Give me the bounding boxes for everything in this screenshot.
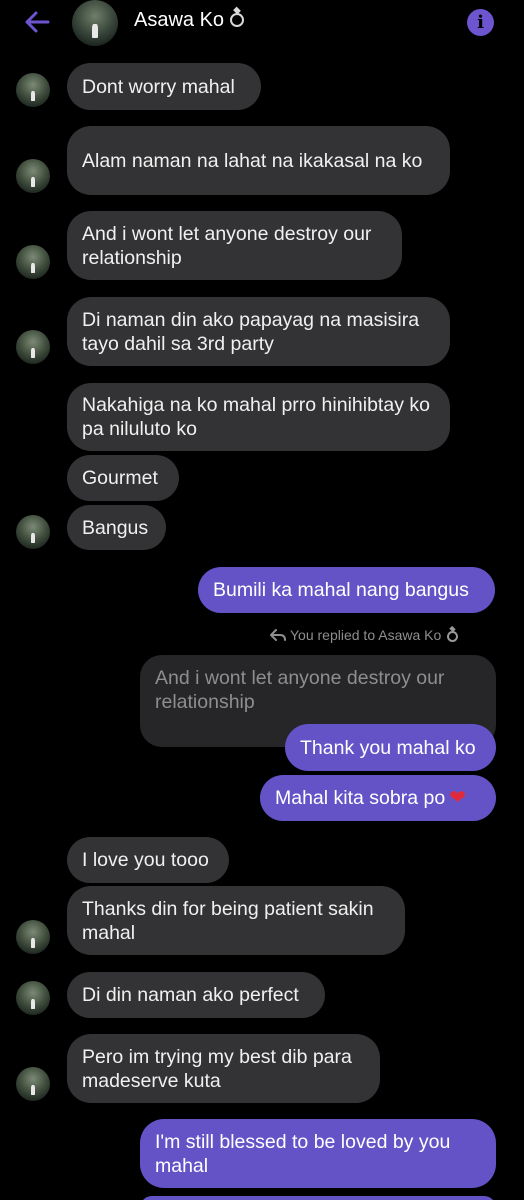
message-text: Thanks din for being patient sakin mahal: [82, 897, 374, 944]
message-text: And i wont let anyone destroy our relati…: [82, 222, 372, 269]
sender-avatar[interactable]: [16, 330, 50, 364]
message-incoming[interactable]: Pero im trying my best dib para madeserv…: [67, 1034, 380, 1103]
chat-header: Asawa Ko i: [0, 0, 524, 46]
message-text: Nakahiga na ko mahal prro hinihibtay ko …: [82, 394, 430, 440]
ring-icon: [230, 13, 245, 27]
reply-indicator-text: You replied to Asawa Ko: [290, 627, 442, 643]
back-arrow-icon[interactable]: [22, 7, 52, 37]
message-text: I love you tooo: [82, 849, 209, 871]
contact-name-group[interactable]: Asawa Ko: [134, 9, 245, 32]
message-outgoing-partial[interactable]: [140, 1196, 496, 1200]
message-incoming[interactable]: Thanks din for being patient sakin mahal: [67, 886, 405, 955]
sender-avatar[interactable]: [16, 73, 50, 107]
message-incoming[interactable]: Bangus: [67, 505, 166, 550]
heart-icon: ❤: [449, 787, 466, 809]
message-incoming[interactable]: Nakahiga na ko mahal prro hinihibtay ko …: [67, 383, 450, 451]
message-incoming[interactable]: Alam naman na lahat na ikakasal na ko: [67, 126, 450, 195]
message-text: Di din naman ako perfect: [82, 984, 299, 1006]
message-text: Thank you mahal ko: [300, 736, 476, 759]
message-text: Gourmet: [82, 467, 158, 489]
message-incoming[interactable]: And i wont let anyone destroy our relati…: [67, 211, 402, 280]
message-text: Dont worry mahal: [82, 75, 235, 98]
message-outgoing[interactable]: Mahal kita sobra po ❤: [260, 775, 496, 821]
quoted-message-text: And i wont let anyone destroy our relati…: [155, 667, 445, 713]
message-text: Bangus: [82, 516, 149, 539]
message-outgoing[interactable]: Bumili ka mahal nang bangus: [198, 567, 495, 613]
message-text: Pero im trying my best dib para madeserv…: [82, 1045, 352, 1092]
reply-arrow-icon: [270, 629, 286, 641]
sender-avatar[interactable]: [16, 981, 50, 1015]
message-outgoing[interactable]: Thank you mahal ko: [285, 724, 496, 771]
sender-avatar[interactable]: [16, 159, 50, 193]
message-text: Alam naman na lahat na ikakasal na ko: [82, 149, 423, 172]
contact-name: Asawa Ko: [134, 9, 225, 31]
message-text: Di naman din ako papayag na masisira tay…: [82, 308, 420, 355]
reply-indicator: You replied to Asawa Ko: [270, 627, 459, 643]
contact-avatar[interactable]: [72, 0, 118, 46]
sender-avatar[interactable]: [16, 920, 50, 954]
info-icon[interactable]: i: [467, 9, 494, 36]
message-incoming[interactable]: Di din naman ako perfect: [67, 972, 325, 1018]
message-incoming[interactable]: Di naman din ako papayag na masisira tay…: [67, 297, 450, 366]
message-incoming[interactable]: Dont worry mahal: [67, 63, 261, 110]
sender-avatar[interactable]: [16, 515, 50, 549]
ring-icon: [447, 631, 459, 642]
message-text: I'm still blessed to be loved by you mah…: [155, 1130, 451, 1177]
message-outgoing[interactable]: I'm still blessed to be loved by you mah…: [140, 1119, 496, 1188]
sender-avatar[interactable]: [16, 245, 50, 279]
message-text: Mahal kita sobra po: [275, 787, 446, 809]
message-text: Bumili ka mahal nang bangus: [213, 579, 469, 601]
sender-avatar[interactable]: [16, 1067, 50, 1101]
message-incoming[interactable]: I love you tooo: [67, 837, 229, 883]
message-incoming[interactable]: Gourmet: [67, 455, 179, 501]
